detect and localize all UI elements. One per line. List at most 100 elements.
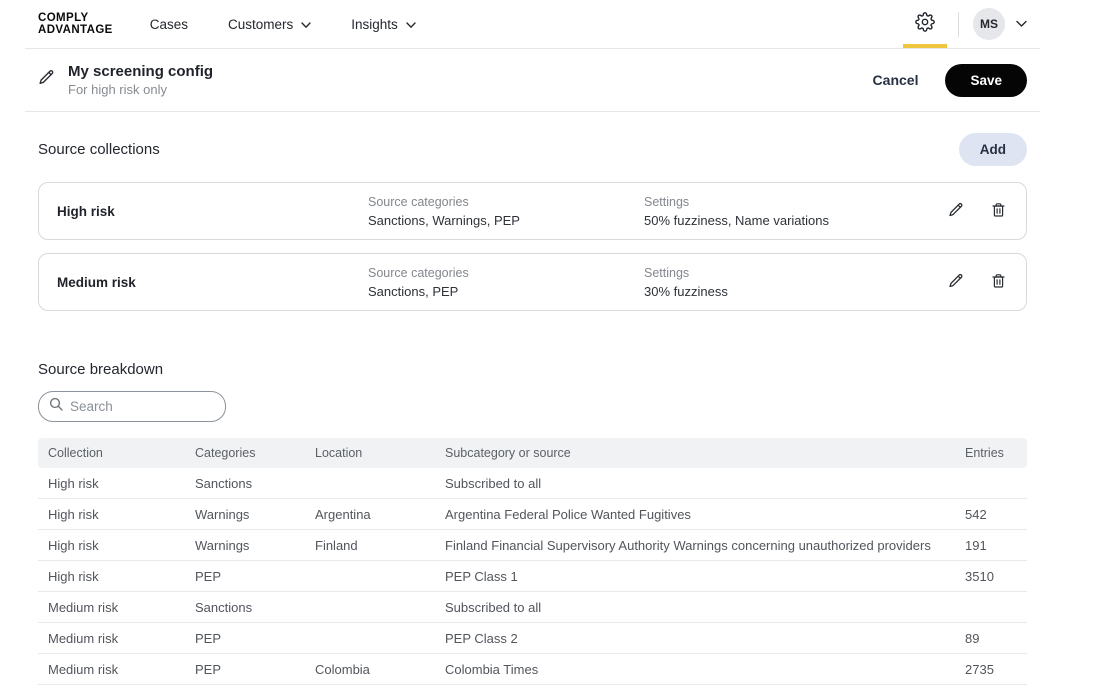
nav-item-label: Insights [351,17,398,32]
cell-categories: PEP [185,631,305,646]
card-actions [948,273,1006,292]
nav-divider [958,12,959,37]
categories-label: Source categories [368,266,644,280]
settings-nav-button[interactable] [902,0,948,48]
logo-line-2: ADVANTAGE [38,24,113,36]
search-icon [49,397,63,416]
settings-value: 50% fuzziness, Name variations [644,213,948,228]
page-subtitle: For high risk only [68,82,213,97]
collection-card-high-risk: High risk Source categories Sanctions, W… [38,182,1027,240]
logo-line-1: COMPLY [38,12,113,24]
cell-collection: Medium risk [38,631,185,646]
settings-label: Settings [644,266,948,280]
table-row: Medium risk PEP Colombia Colombia Times … [38,654,1027,685]
cell-collection: High risk [38,569,185,584]
settings-value: 30% fuzziness [644,284,948,299]
search-box[interactable] [38,391,226,422]
chevron-down-icon [1016,15,1027,33]
complyadvantage-logo[interactable]: COMPLY ADVANTAGE [38,12,113,36]
cancel-button[interactable]: Cancel [873,72,919,88]
cell-collection: High risk [38,507,185,522]
column-header-collection: Collection [38,446,185,460]
column-header-categories: Categories [185,446,305,460]
save-button[interactable]: Save [945,64,1027,97]
delete-collection-button[interactable] [991,202,1006,221]
categories-value: Sanctions, Warnings, PEP [368,213,644,228]
cell-categories: Warnings [185,507,305,522]
chevron-down-icon [301,17,311,32]
top-nav: COMPLY ADVANTAGE Cases Customers Insight… [25,0,1040,49]
table-row: High risk PEP PEP Class 1 3510 [38,561,1027,592]
cell-collection: High risk [38,476,185,491]
cell-collection: Medium risk [38,600,185,615]
cell-location: Argentina [305,507,435,522]
column-header-subcategory: Subcategory or source [435,446,955,460]
collection-cards: High risk Source categories Sanctions, W… [38,182,1027,311]
categories-value: Sanctions, PEP [368,284,644,299]
cell-entries: 542 [955,507,1027,522]
nav-item-insights[interactable]: Insights [351,17,416,32]
cell-subcategory: Finland Financial Supervisory Authority … [435,538,955,553]
cell-subcategory: PEP Class 2 [435,631,955,646]
settings-label: Settings [644,195,948,209]
column-header-location: Location [305,446,435,460]
cell-entries: 2735 [955,662,1027,677]
pencil-icon [948,202,964,221]
cell-categories: Warnings [185,538,305,553]
table-row: Medium risk Sanctions Subscribed to all [38,592,1027,623]
chevron-down-icon [406,17,416,32]
gear-icon [915,12,935,37]
page-header: My screening config For high risk only C… [25,49,1040,112]
collection-categories: Source categories Sanctions, PEP [368,266,644,299]
nav-item-customers[interactable]: Customers [228,17,311,32]
pencil-icon [948,273,964,292]
config-title-block: My screening config For high risk only [38,63,213,97]
search-input[interactable] [70,399,215,414]
avatar[interactable]: MS [973,8,1005,40]
cell-subcategory: Colombia Times [435,662,955,677]
collection-categories: Source categories Sanctions, Warnings, P… [368,195,644,228]
nav-item-label: Customers [228,17,293,32]
avatar-initials: MS [980,17,998,31]
header-actions: Cancel Save [873,64,1027,97]
collection-card-medium-risk: Medium risk Source categories Sanctions,… [38,253,1027,311]
cell-collection: Medium risk [38,662,185,677]
table-header-row: Collection Categories Location Subcatego… [38,438,1027,468]
source-breakdown-table: Collection Categories Location Subcatego… [38,438,1027,685]
collection-settings: Settings 30% fuzziness [644,266,948,299]
cell-subcategory: Argentina Federal Police Wanted Fugitive… [435,507,955,522]
source-collections-heading: Source collections [38,141,160,158]
edit-collection-button[interactable] [948,273,964,292]
cell-subcategory: Subscribed to all [435,600,955,615]
categories-label: Source categories [368,195,644,209]
cell-categories: Sanctions [185,476,305,491]
table-row: Medium risk PEP PEP Class 2 89 [38,623,1027,654]
cell-location: Colombia [305,662,435,677]
table-row: High risk Warnings Finland Finland Finan… [38,530,1027,561]
cell-entries: 191 [955,538,1027,553]
trash-icon [991,273,1006,292]
nav-item-cases[interactable]: Cases [150,17,188,32]
user-menu-button[interactable] [1016,15,1027,33]
config-title-text: My screening config For high risk only [68,63,213,97]
card-actions [948,202,1006,221]
app-container: COMPLY ADVANTAGE Cases Customers Insight… [25,0,1040,685]
add-collection-button[interactable]: Add [959,133,1027,166]
cell-entries: 3510 [955,569,1027,584]
collection-settings: Settings 50% fuzziness, Name variations [644,195,948,228]
collection-name: High risk [57,204,368,219]
column-header-entries: Entries [955,446,1027,460]
source-collections-section: Source collections Add High risk Source … [25,133,1040,311]
cell-collection: High risk [38,538,185,553]
cell-subcategory: PEP Class 1 [435,569,955,584]
cell-categories: Sanctions [185,600,305,615]
page-title: My screening config [68,63,213,80]
table-row: High risk Warnings Argentina Argentina F… [38,499,1027,530]
edit-config-name-button[interactable] [38,69,55,91]
source-breakdown-heading: Source breakdown [38,361,1027,378]
edit-collection-button[interactable] [948,202,964,221]
nav-item-label: Cases [150,17,188,32]
source-collections-header: Source collections Add [38,133,1027,166]
cell-entries: 89 [955,631,1027,646]
delete-collection-button[interactable] [991,273,1006,292]
